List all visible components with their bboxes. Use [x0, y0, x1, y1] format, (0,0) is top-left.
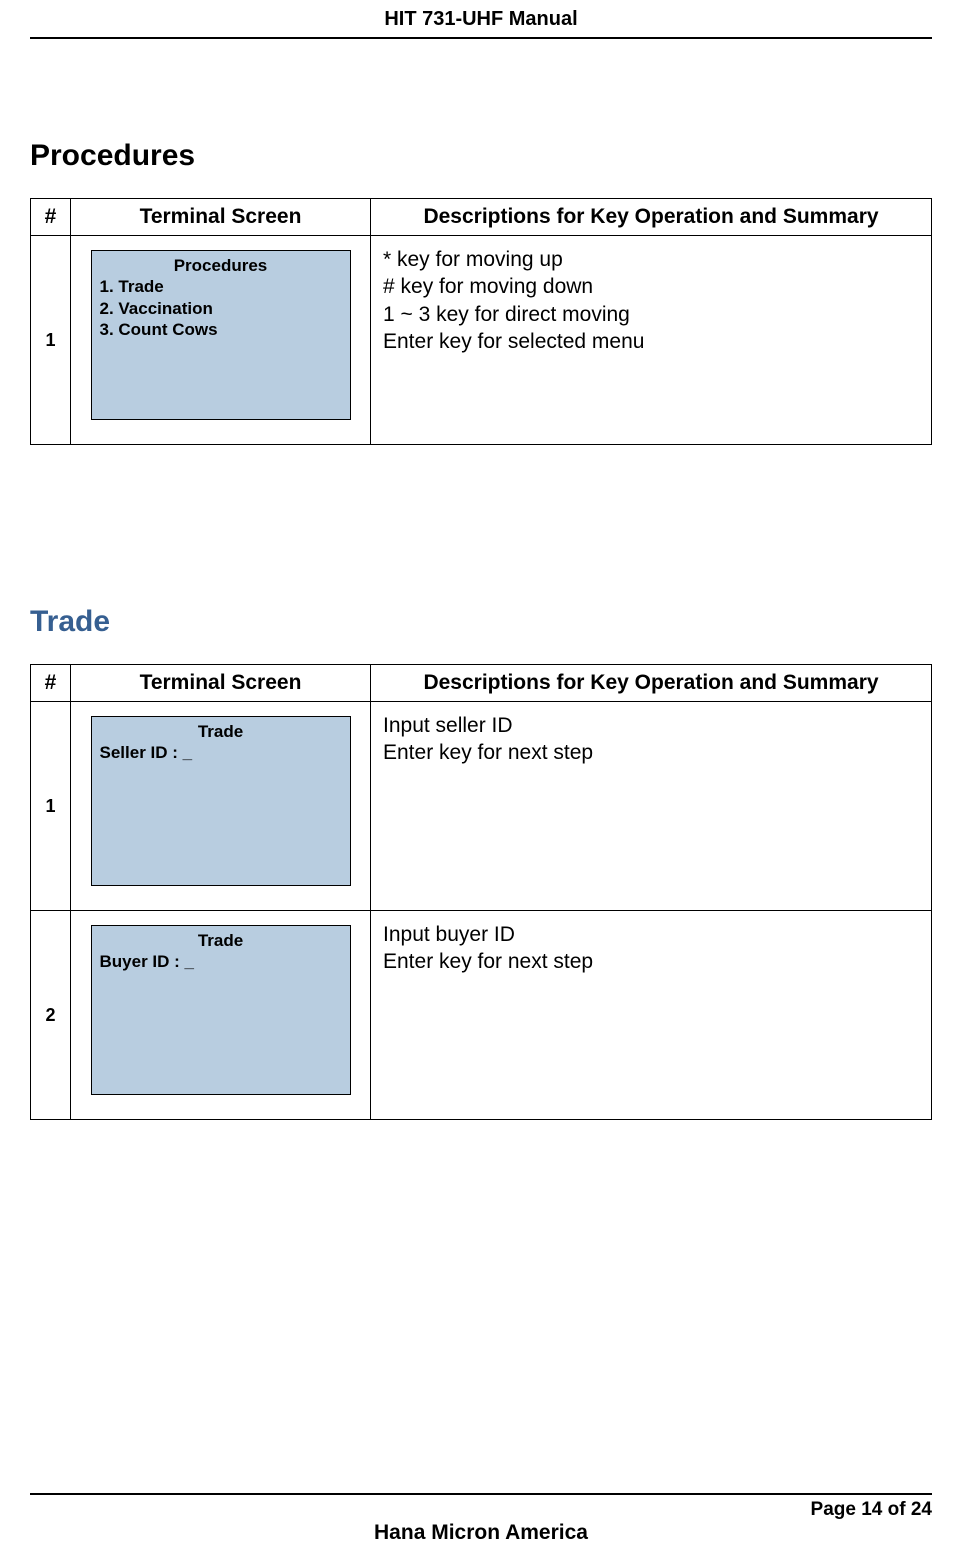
- row-num: 2: [31, 911, 71, 1120]
- th-desc: Descriptions for Key Operation and Summa…: [371, 199, 932, 236]
- th-num: #: [31, 665, 71, 702]
- terminal-screen: Procedures 1. Trade 2. Vaccination 3. Co…: [91, 250, 351, 420]
- table-row: 1 Procedures 1. Trade 2. Vaccination 3. …: [31, 236, 932, 445]
- footer-page-number: Page 14 of 24: [30, 1499, 932, 1521]
- row-desc: Input buyer ID Enter key for next step: [371, 911, 932, 1120]
- terminal-title: Trade: [100, 930, 342, 951]
- terminal-line: 1. Trade: [100, 276, 342, 297]
- terminal-line: 3. Count Cows: [100, 319, 342, 340]
- footer-company: Hana Micron America: [30, 1521, 932, 1545]
- row-screen: Trade Seller ID : _: [71, 702, 371, 911]
- section-heading-trade: Trade: [30, 605, 932, 639]
- row-num: 1: [31, 236, 71, 445]
- terminal-screen: Trade Seller ID : _: [91, 716, 351, 886]
- document-header-title: HIT 731-UHF Manual: [30, 0, 932, 39]
- row-desc: * key for moving up # key for moving dow…: [371, 236, 932, 445]
- th-desc: Descriptions for Key Operation and Summa…: [371, 665, 932, 702]
- row-screen: Trade Buyer ID : _: [71, 911, 371, 1120]
- terminal-line: Buyer ID : _: [100, 951, 342, 972]
- footer: Page 14 of 24 Hana Micron America: [30, 1493, 932, 1545]
- th-screen: Terminal Screen: [71, 665, 371, 702]
- procedures-table: # Terminal Screen Descriptions for Key O…: [30, 198, 932, 445]
- table-row: 1 Trade Seller ID : _ Input seller ID En…: [31, 702, 932, 911]
- section-heading-procedures: Procedures: [30, 139, 932, 173]
- table-row: 2 Trade Buyer ID : _ Input buyer ID Ente…: [31, 911, 932, 1120]
- terminal-line: Seller ID : _: [100, 742, 342, 763]
- terminal-screen: Trade Buyer ID : _: [91, 925, 351, 1095]
- terminal-title: Procedures: [100, 255, 342, 276]
- terminal-title: Trade: [100, 721, 342, 742]
- trade-table: # Terminal Screen Descriptions for Key O…: [30, 664, 932, 1120]
- row-num: 1: [31, 702, 71, 911]
- row-desc: Input seller ID Enter key for next step: [371, 702, 932, 911]
- terminal-line: 2. Vaccination: [100, 298, 342, 319]
- th-screen: Terminal Screen: [71, 199, 371, 236]
- row-screen: Procedures 1. Trade 2. Vaccination 3. Co…: [71, 236, 371, 445]
- th-num: #: [31, 199, 71, 236]
